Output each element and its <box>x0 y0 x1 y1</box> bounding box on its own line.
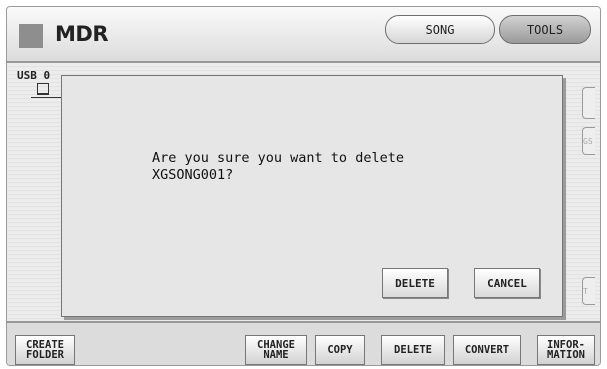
dialog-delete-button[interactable]: DELETE <box>382 268 448 298</box>
dialog-cancel-button[interactable]: CANCEL <box>474 268 540 298</box>
mdr-screen: MDR SONG TOOLS USB 0 GS T Are you sure y… <box>6 6 601 366</box>
folder-underline <box>31 97 61 98</box>
side-button-3[interactable]: T <box>582 277 595 305</box>
side-button-1[interactable] <box>582 87 595 119</box>
song-tab-button[interactable]: SONG <box>385 15 495 44</box>
mdr-icon <box>19 24 43 48</box>
convert-button[interactable]: CONVERT <box>453 335 521 365</box>
delete-confirm-dialog: Are you sure you want to delete XGSONG00… <box>61 75 563 317</box>
delete-button[interactable]: DELETE <box>381 335 445 365</box>
information-button[interactable]: INFOR- MATION <box>537 335 595 365</box>
header-bar: MDR SONG TOOLS <box>7 7 600 63</box>
device-label: USB 0 <box>17 69 51 82</box>
tools-tab-button[interactable]: TOOLS <box>499 15 591 44</box>
create-folder-button[interactable]: CREATE FOLDER <box>15 335 75 365</box>
dialog-message: Are you sure you want to delete XGSONG00… <box>152 150 404 183</box>
bottom-toolbar: CREATE FOLDER CHANGE NAME COPY DELETE CO… <box>7 321 600 365</box>
copy-button[interactable]: COPY <box>315 335 365 365</box>
side-button-2[interactable]: GS <box>582 127 595 155</box>
page-title: MDR <box>55 22 109 46</box>
folder-icon[interactable] <box>37 83 49 95</box>
change-name-button[interactable]: CHANGE NAME <box>245 335 307 365</box>
